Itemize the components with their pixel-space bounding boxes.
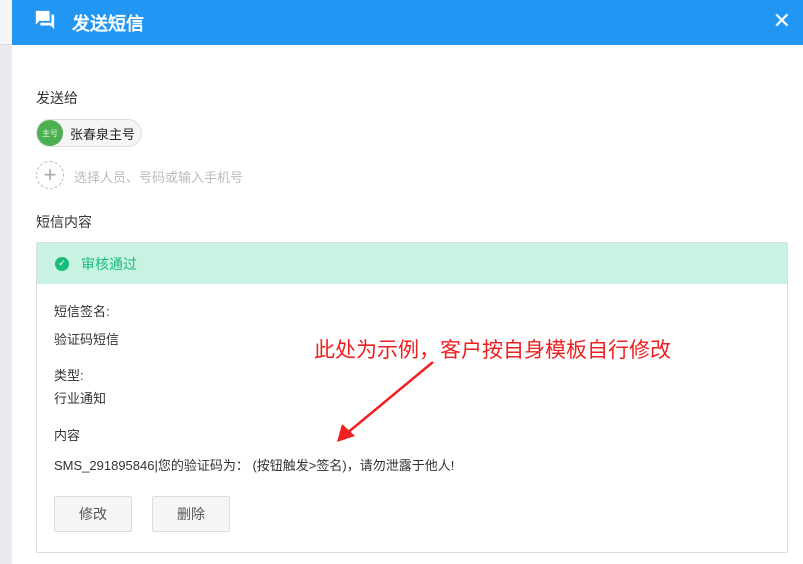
annotation-arrow-icon xyxy=(337,361,434,442)
